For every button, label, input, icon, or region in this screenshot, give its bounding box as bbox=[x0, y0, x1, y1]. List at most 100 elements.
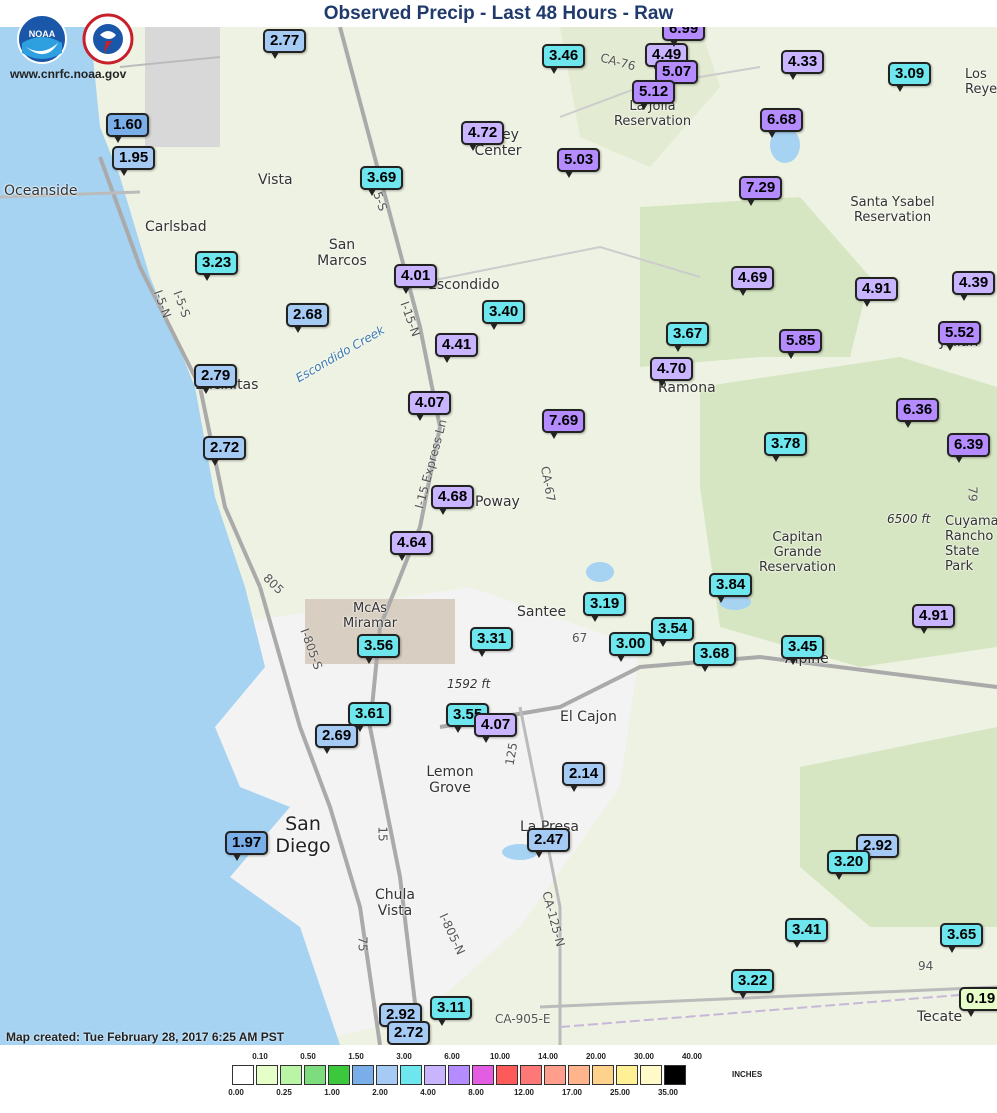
legend-bottom-label: 35.00 bbox=[657, 1088, 679, 1097]
station-marker[interactable]: 3.40 bbox=[482, 300, 526, 330]
legend-bottom-label: 0.25 bbox=[276, 1088, 292, 1097]
hwy-15: 15 bbox=[375, 826, 390, 842]
station-marker[interactable]: 4.72 bbox=[461, 121, 505, 151]
hwy-ca905: CA-905-E bbox=[495, 1012, 551, 1026]
station-marker[interactable]: 6.99 bbox=[662, 27, 706, 47]
legend-swatch bbox=[424, 1065, 446, 1085]
station-marker[interactable]: 1.95 bbox=[112, 146, 156, 176]
nws-logo-icon bbox=[82, 13, 134, 65]
station-marker[interactable]: 3.78 bbox=[764, 432, 808, 462]
station-marker[interactable]: 4.41 bbox=[435, 333, 479, 363]
station-marker[interactable]: 3.45 bbox=[781, 635, 825, 665]
station-marker[interactable]: 3.22 bbox=[731, 969, 775, 999]
legend-swatch bbox=[232, 1065, 254, 1085]
station-marker[interactable]: 4.01 bbox=[394, 264, 438, 294]
station-marker[interactable]: 2.72 bbox=[387, 1021, 431, 1045]
station-marker[interactable]: 2.79 bbox=[194, 364, 238, 394]
station-marker[interactable]: 4.07 bbox=[474, 713, 518, 743]
station-marker[interactable]: 4.91 bbox=[912, 604, 956, 634]
legend-top-label: 0.10 bbox=[252, 1052, 268, 1061]
station-marker[interactable]: 3.09 bbox=[888, 62, 932, 92]
station-marker[interactable]: 7.69 bbox=[542, 409, 586, 439]
station-marker[interactable]: 0.19 bbox=[959, 987, 997, 1017]
legend-swatch bbox=[616, 1065, 638, 1085]
station-marker[interactable]: 2.77 bbox=[263, 29, 307, 59]
place-capitan-grande: Capitan Grande Reservation bbox=[758, 530, 837, 575]
station-marker[interactable]: 3.41 bbox=[785, 918, 829, 948]
place-ramona: Ramona bbox=[658, 380, 716, 396]
station-marker[interactable]: 4.64 bbox=[390, 531, 434, 561]
station-marker[interactable]: 2.14 bbox=[562, 762, 606, 792]
station-marker[interactable]: 4.33 bbox=[781, 50, 825, 80]
station-marker[interactable]: 3.65 bbox=[940, 923, 984, 953]
station-marker[interactable]: 3.68 bbox=[693, 642, 737, 672]
station-marker[interactable]: 3.69 bbox=[360, 166, 404, 196]
station-marker[interactable]: 6.36 bbox=[896, 398, 940, 428]
noaa-logo-icon: NOAA bbox=[17, 14, 67, 64]
legend-swatch bbox=[328, 1065, 350, 1085]
precip-map[interactable]: Oceanside Vista Carlsbad San Marcos Esco… bbox=[0, 27, 997, 1045]
station-marker[interactable]: 2.68 bbox=[286, 303, 330, 333]
legend-swatch bbox=[256, 1065, 278, 1085]
station-marker[interactable]: 3.67 bbox=[666, 322, 710, 352]
station-marker[interactable]: 3.20 bbox=[827, 850, 871, 880]
place-los-reyes: Los Reyes bbox=[965, 67, 997, 97]
place-tecate: Tecate bbox=[917, 1009, 963, 1025]
station-marker[interactable]: 3.61 bbox=[348, 702, 392, 732]
station-marker[interactable]: 6.68 bbox=[760, 108, 804, 138]
legend-top-label: 3.00 bbox=[396, 1052, 412, 1061]
website-link[interactable]: www.cnrfc.noaa.gov bbox=[10, 67, 126, 81]
place-escondido: Escondido bbox=[428, 277, 500, 293]
legend-swatch bbox=[664, 1065, 686, 1085]
place-cuyamaca: Cuyamaca Rancho State Park bbox=[945, 514, 997, 574]
legend-swatch bbox=[280, 1065, 302, 1085]
station-marker[interactable]: 3.19 bbox=[583, 592, 627, 622]
legend-bottom-label: 2.00 bbox=[372, 1088, 388, 1097]
map-created-timestamp: Map created: Tue February 28, 2017 6:25 … bbox=[6, 1030, 285, 1044]
place-carlsbad: Carlsbad bbox=[145, 219, 207, 235]
station-marker[interactable]: 3.11 bbox=[430, 996, 473, 1026]
station-marker[interactable]: 2.72 bbox=[203, 436, 247, 466]
station-marker[interactable]: 3.23 bbox=[195, 251, 239, 281]
legend-bottom-label: 25.00 bbox=[609, 1088, 631, 1097]
precip-legend: INCHES 0.00 0.25 1.00 2.00 4.00 8.00 12.00 17.0… bbox=[228, 1050, 763, 1110]
hwy-94: 94 bbox=[918, 959, 934, 973]
legend-units: INCHES bbox=[732, 1070, 763, 1079]
station-marker[interactable]: 5.85 bbox=[779, 329, 823, 359]
station-marker[interactable]: 4.91 bbox=[855, 277, 899, 307]
station-marker[interactable]: 5.12 bbox=[632, 80, 676, 110]
place-mcas-miramar: McAs Miramar bbox=[342, 601, 398, 631]
station-marker[interactable]: 3.31 bbox=[470, 627, 514, 657]
station-marker[interactable]: 1.97 bbox=[225, 831, 269, 861]
place-santee: Santee bbox=[517, 604, 567, 620]
legend-bottom-label: 8.00 bbox=[468, 1088, 484, 1097]
station-marker[interactable]: 4.69 bbox=[731, 266, 775, 296]
station-marker[interactable]: 3.00 bbox=[609, 632, 653, 662]
station-marker[interactable]: 2.69 bbox=[315, 724, 359, 754]
station-marker[interactable]: 3.46 bbox=[542, 44, 586, 74]
station-marker[interactable]: 3.56 bbox=[357, 634, 401, 664]
station-marker[interactable]: 4.39 bbox=[952, 271, 996, 301]
station-marker[interactable]: 3.84 bbox=[709, 573, 753, 603]
station-marker[interactable]: 7.29 bbox=[739, 176, 783, 206]
station-marker[interactable]: 2.47 bbox=[527, 828, 571, 858]
legend-swatch bbox=[640, 1065, 662, 1085]
legend-swatch bbox=[352, 1065, 374, 1085]
station-marker[interactable]: 4.07 bbox=[408, 391, 452, 421]
station-marker[interactable]: 6.39 bbox=[947, 433, 991, 463]
station-marker[interactable]: 5.52 bbox=[938, 321, 982, 351]
legend-bottom-label: 0.00 bbox=[228, 1088, 244, 1097]
legend-top-label: 0.50 bbox=[300, 1052, 316, 1061]
legend-top-label: 6.00 bbox=[444, 1052, 460, 1061]
place-santa-ysabel: Santa Ysabel Reservation bbox=[850, 195, 935, 225]
elevation-1592: 1592 ft bbox=[447, 677, 491, 691]
station-marker[interactable]: 4.68 bbox=[431, 485, 475, 515]
legend-swatch bbox=[496, 1065, 518, 1085]
station-marker[interactable]: 5.03 bbox=[557, 148, 601, 178]
legend-top-label: 14.00 bbox=[537, 1052, 559, 1061]
station-marker[interactable]: 4.70 bbox=[650, 357, 694, 387]
station-marker[interactable]: 3.54 bbox=[651, 617, 695, 647]
legend-top-label: 10.00 bbox=[489, 1052, 511, 1061]
station-marker[interactable]: 1.60 bbox=[106, 113, 150, 143]
legend-bottom-label: 1.00 bbox=[324, 1088, 340, 1097]
